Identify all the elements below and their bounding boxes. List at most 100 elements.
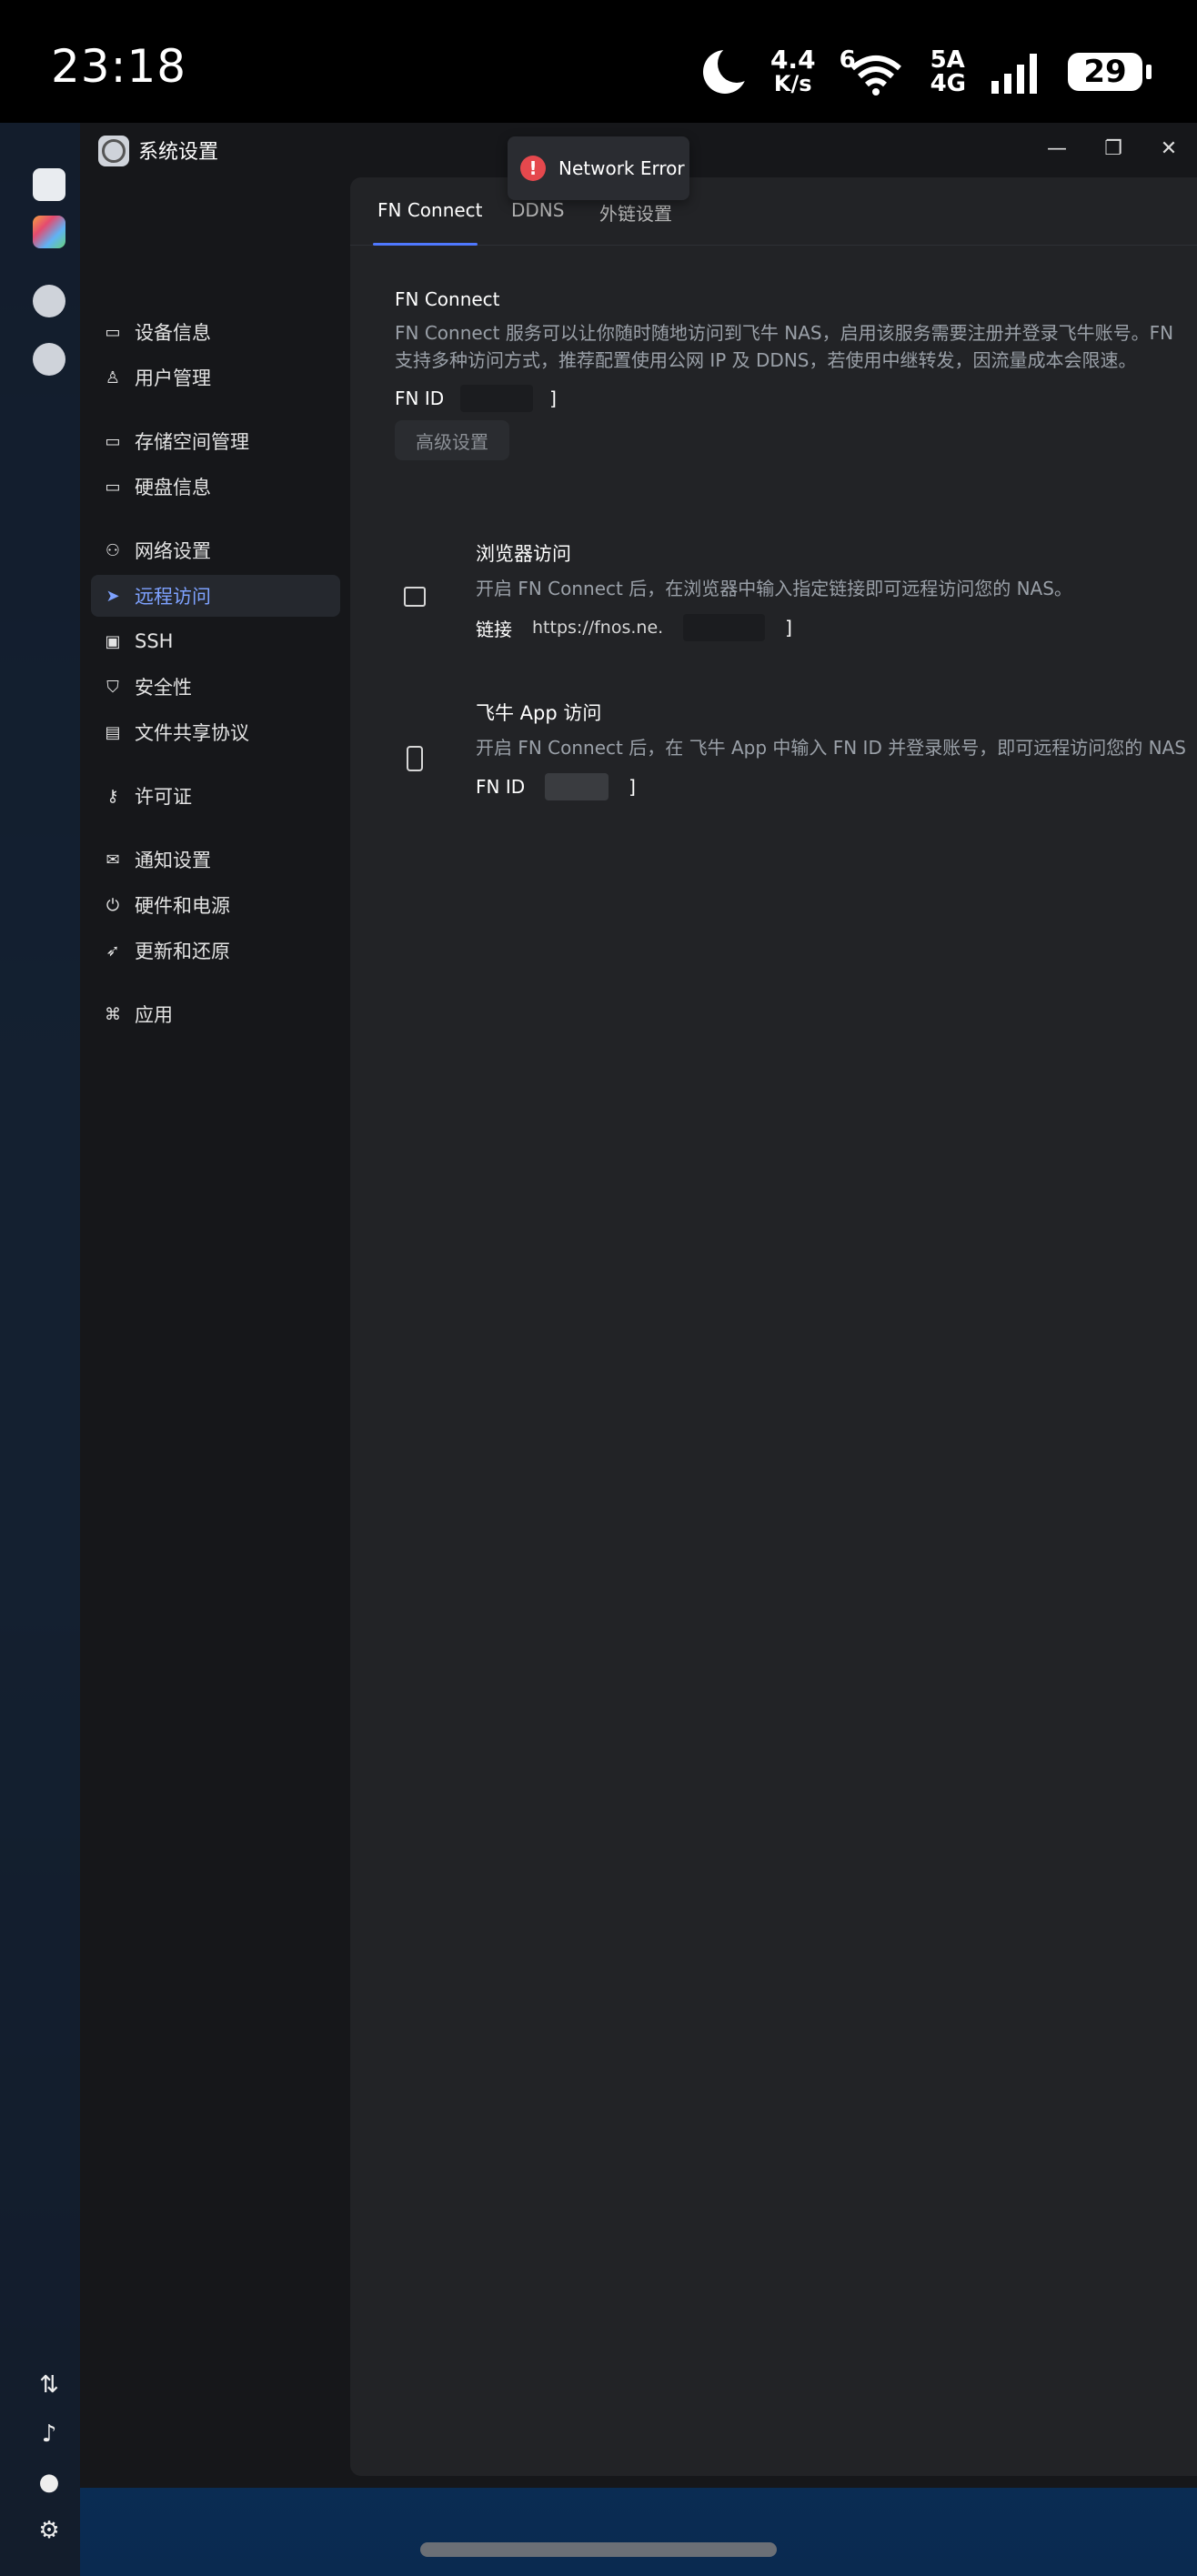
sidebar-item-update-restore[interactable]: ➶ 更新和还原: [91, 930, 340, 971]
user-icon: ♙: [105, 367, 121, 387]
phone-icon: [407, 746, 423, 771]
file-icon: ▤: [105, 722, 121, 742]
browser-window-icon: [404, 587, 426, 607]
advanced-settings-button[interactable]: 高级设置: [395, 420, 509, 460]
minimize-button[interactable]: —: [1043, 136, 1071, 163]
app-access-card: 飞牛 App 访问 开启 FN Connect 后，在 飞牛 App 中输入 F…: [373, 699, 1197, 835]
app-fn-id-row: FN ID ]: [476, 773, 636, 800]
tab-fn-connect[interactable]: FN Connect: [377, 199, 483, 221]
app-fn-id-copy-icon[interactable]: ]: [629, 776, 636, 798]
sidebar-item-user-management[interactable]: ♙ 用户管理: [91, 357, 340, 398]
clock: 23:18: [51, 40, 187, 93]
link-label: 链接: [476, 618, 512, 640]
tab-bar: FN Connect DDNS 外链设置: [350, 177, 1197, 246]
section-title: FN Connect: [395, 288, 500, 310]
sidebar-item-label: SSH: [135, 630, 174, 652]
monitor-app-icon[interactable]: [33, 168, 65, 201]
sidebar-item-label: 文件共享协议: [135, 722, 249, 744]
sidebar-item-label: 用户管理: [135, 367, 211, 389]
transfer-icon[interactable]: ⇅: [36, 2372, 62, 2398]
wifi-generation: 6: [839, 46, 856, 74]
network-icon: ⚇: [105, 540, 121, 560]
sidebar-item-hardware-power[interactable]: ⏻ 硬件和电源: [91, 884, 340, 926]
content-panel: FN Connect DDNS 外链设置 FN Connect FN Conne…: [350, 177, 1197, 2476]
fn-id-label: FN ID: [395, 387, 445, 409]
sidebar-item-label: 硬盘信息: [135, 477, 211, 498]
settings-app-icon[interactable]: [33, 285, 65, 317]
sidebar-item-label: 硬件和电源: [135, 895, 230, 917]
section-description-line-2: 支持多种访问方式，推荐配置使用公网 IP 及 DDNS，若使用中继转发，因流量成…: [395, 349, 1137, 371]
status-bar: 23:18 4.4 K/s 6 5A 4G 29: [0, 0, 1197, 123]
tab-ddns[interactable]: DDNS: [511, 199, 564, 221]
apps-icon: ⌘: [105, 1004, 121, 1024]
network-speed: 4.4 K/s: [770, 45, 816, 96]
app-center-icon[interactable]: [33, 216, 65, 248]
hdd-icon: ▭: [105, 322, 121, 342]
settings-app-icon-2[interactable]: [33, 343, 65, 376]
sidebar-item-apps[interactable]: ⌘ 应用: [91, 993, 340, 1035]
sidebar-item-remote-access[interactable]: ➤ 远程访问: [91, 575, 340, 617]
sidebar-item-ssh[interactable]: ▣ SSH: [91, 620, 340, 662]
network-speed-unit: K/s: [773, 71, 812, 96]
browser-link-row: 链接 https://fnos.ne. ]: [476, 614, 792, 641]
dnd-moon-icon: [702, 45, 756, 94]
network-speed-value: 4.4: [770, 45, 816, 75]
active-tab-indicator: [373, 243, 478, 246]
cellular-bottom-label: 4G: [930, 70, 966, 97]
app-fn-id-redacted: [545, 773, 609, 800]
home-indicator[interactable]: [420, 2542, 777, 2557]
browser-access-description: 开启 FN Connect 后，在浏览器中输入指定链接即可远程访问您的 NAS。: [476, 578, 1072, 599]
status-icons: 4.4 K/s 6 5A 4G 29: [702, 40, 1152, 104]
bell-icon[interactable]: ♪: [36, 2421, 62, 2447]
rocket-icon: ➶: [106, 941, 120, 961]
tab-external-link[interactable]: 外链设置: [599, 199, 672, 226]
sidebar-item-label: 应用: [135, 1004, 173, 1026]
fn-id-row: FN ID ]: [395, 385, 557, 412]
storage-icon: ▭: [105, 431, 121, 451]
app-access-title: 飞牛 App 访问: [476, 702, 602, 724]
fn-id-redacted: [460, 385, 534, 412]
sidebar-item-license[interactable]: ⚷ 许可证: [91, 775, 340, 817]
link-value[interactable]: https://fnos.ne.: [532, 618, 663, 638]
settings-sidebar: ▭ 设备信息 ♙ 用户管理 ▭ 存储空间管理 ▭ 硬盘信息 ⚇ 网络设置 ➤ 远…: [80, 186, 344, 2488]
window-title: 系统设置: [138, 141, 219, 164]
settings-window: 系统设置 — ❐ ✕ ▭ 设备信息 ♙ 用户管理 ▭ 存储空间管理 ▭ 硬盘信息…: [80, 123, 1197, 2488]
terminal-icon: ▣: [105, 631, 121, 651]
sidebar-item-notifications[interactable]: ✉ 通知设置: [91, 839, 340, 880]
battery-icon: 29: [1068, 53, 1152, 91]
wifi-icon: 6: [840, 46, 907, 97]
sidebar-item-label: 安全性: [135, 677, 192, 699]
send-icon: ➤: [106, 586, 120, 606]
desktop-dock: ⇅ ♪ ● ⚙: [0, 123, 80, 2576]
sidebar-item-storage[interactable]: ▭ 存储空间管理: [91, 420, 340, 462]
link-copy-icon[interactable]: ]: [785, 617, 792, 639]
sidebar-item-disk-info[interactable]: ▭ 硬盘信息: [91, 466, 340, 508]
section-description-line-1: FN Connect 服务可以让你随时随地访问到飞牛 NAS，启用该服务需要注册…: [395, 322, 1174, 344]
sidebar-item-file-sharing[interactable]: ▤ 文件共享协议: [91, 711, 340, 753]
sidebar-item-label: 设备信息: [135, 322, 211, 344]
browser-access-title: 浏览器访问: [476, 543, 571, 565]
toast-message: Network Error: [558, 157, 685, 179]
sidebar-item-label: 许可证: [135, 786, 192, 808]
sidebar-item-label: 通知设置: [135, 850, 211, 871]
app-fn-id-label: FN ID: [476, 776, 526, 798]
sidebar-item-network[interactable]: ⚇ 网络设置: [91, 529, 340, 571]
shield-icon: ⛉: [106, 677, 119, 697]
sidebar-item-label: 远程访问: [135, 586, 211, 608]
close-button[interactable]: ✕: [1155, 136, 1182, 163]
sidebar-item-label: 网络设置: [135, 540, 211, 562]
battery-level: 29: [1083, 54, 1127, 90]
key-icon: ⚷: [106, 786, 119, 806]
fn-id-copy-icon[interactable]: ]: [549, 387, 557, 409]
signal-bars-icon: [991, 54, 1037, 94]
app-logo-icon: [98, 136, 129, 166]
browser-access-card: 浏览器访问 开启 FN Connect 后，在浏览器中输入指定链接即可远程访问您…: [373, 539, 1197, 676]
disk-icon: ▭: [105, 477, 121, 497]
gear-icon[interactable]: ⚙: [36, 2518, 62, 2543]
sidebar-item-device-info[interactable]: ▭ 设备信息: [91, 311, 340, 353]
sidebar-item-security[interactable]: ⛉ 安全性: [91, 666, 340, 708]
user-icon[interactable]: ●: [36, 2470, 62, 2495]
network-error-toast: ! Network Error: [508, 136, 689, 200]
restore-button[interactable]: ❐: [1100, 136, 1127, 163]
power-icon: ⏻: [106, 895, 120, 915]
